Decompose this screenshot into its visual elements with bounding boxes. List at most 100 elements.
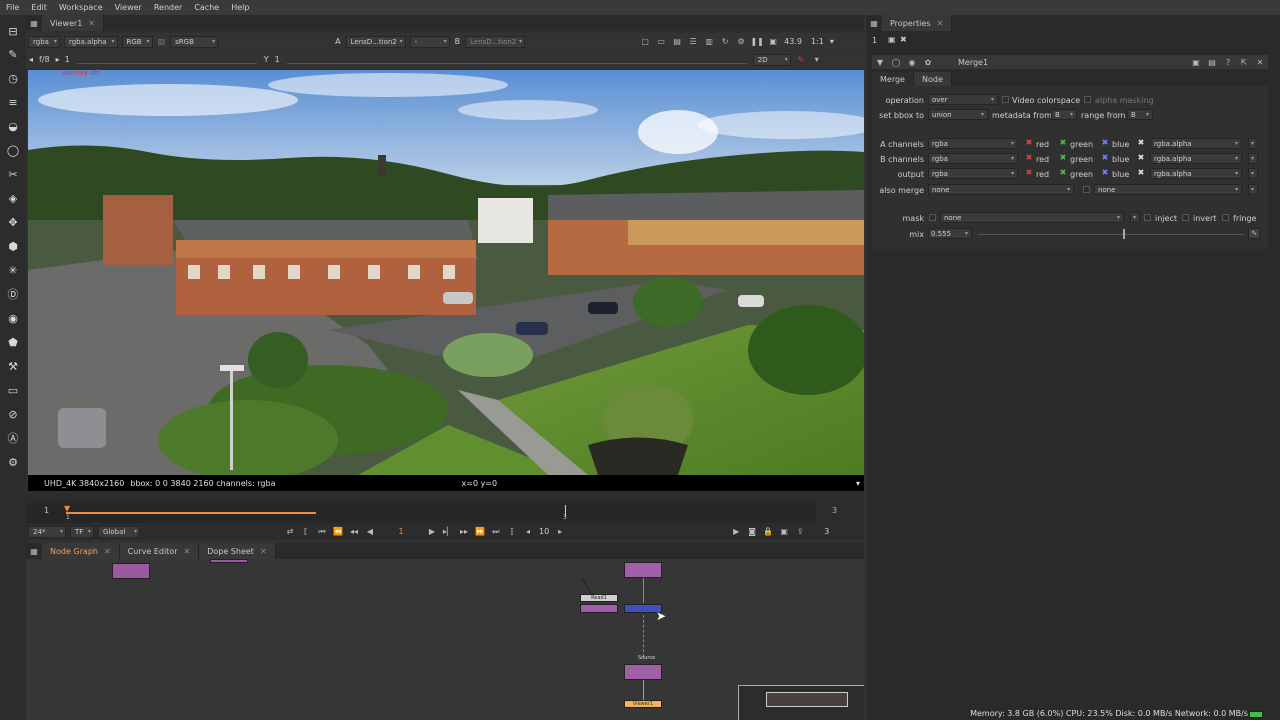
play-backward-icon[interactable]: ◀ [364,526,376,538]
rgb-dropdown[interactable]: RGB [121,35,153,48]
invert-checkbox[interactable] [1182,214,1189,221]
merge-tool-icon[interactable]: ◈ [5,190,21,206]
menu-cache[interactable]: Cache [188,3,225,12]
lock-icon[interactable]: ▣ [888,35,896,44]
flipbook-icon[interactable]: ▶ [730,526,742,538]
properties-count[interactable]: 1 [872,36,877,45]
a-blue-checkbox[interactable]: ✖ [1101,139,1109,147]
3d-tool-icon[interactable]: ⬢ [5,238,21,254]
channel-tool-icon[interactable]: ≡ [5,94,21,110]
last-frame-icon[interactable]: ⏭ [490,526,502,538]
close-icon[interactable]: ✕ [1254,56,1266,68]
next-increment-icon[interactable]: ▸▸ [458,526,470,538]
tab-node-graph[interactable]: Node Graph ✕ [42,543,120,559]
render-icon[interactable]: ◙ [746,526,758,538]
mix-slider-handle[interactable] [1123,229,1125,239]
also-merge-checkbox[interactable] [1083,186,1090,193]
lens-distortion-node[interactable] [580,604,618,613]
a-channels-mask-toggle[interactable] [1248,138,1258,149]
a-green-checkbox[interactable]: ✖ [1059,139,1067,147]
image-tool-icon[interactable]: ⊟ [5,23,21,39]
info-expand-icon[interactable]: ▾ [856,479,860,488]
output-mask-toggle[interactable] [1248,168,1258,179]
also-merge-dropdown[interactable]: none [928,184,1074,195]
exposure-right-icon[interactable]: ▸ [56,55,60,64]
export-icon[interactable]: ⇪ [794,526,806,538]
output-alpha-dropdown[interactable]: rgba.alpha [1150,168,1242,179]
current-frame[interactable]: 1 [381,527,421,536]
settings-icon[interactable]: ▾ [811,54,823,66]
b-red-checkbox[interactable]: ✖ [1025,154,1033,162]
viewer-image[interactable] [28,70,864,475]
alpha-dropdown[interactable]: rgba.alpha [63,35,118,48]
tf-dropdown[interactable]: TF [70,525,94,538]
channels-dropdown[interactable]: rgba [28,35,60,48]
out-point-icon[interactable]: ⟧ [506,526,518,538]
also-merge-toggle[interactable] [1248,184,1258,195]
minimap-viewport[interactable] [766,692,848,707]
menu-help[interactable]: Help [225,3,255,12]
close-icon[interactable]: ✕ [936,19,943,28]
transform-tool-icon[interactable]: ✥ [5,214,21,230]
proxy-icon[interactable]: ▥ [703,36,715,48]
a-red-checkbox[interactable]: ✖ [1025,139,1033,147]
close-icon[interactable]: ✕ [88,19,95,28]
revert-icon[interactable]: ▣ [1190,56,1202,68]
mix-field[interactable]: 0.555 [928,228,972,239]
close-icon[interactable]: ✕ [260,547,267,556]
a-channels-dropdown[interactable]: rgba [928,138,1018,149]
also-merge-2-dropdown[interactable]: none [1094,184,1242,195]
timeline-range[interactable] [66,512,316,514]
color-tool-icon[interactable]: ◒ [5,118,21,134]
b-alpha-dropdown[interactable]: rgba.alpha [1150,153,1242,164]
alpha-masking-checkbox[interactable] [1084,96,1091,103]
pane-menu-icon[interactable]: ▦ [28,17,40,29]
lens-distortion-node[interactable] [624,562,662,578]
out-blue-checkbox[interactable]: ✖ [1101,169,1109,177]
a-alpha-dropdown[interactable]: rgba.alpha [1150,138,1242,149]
range-dropdown[interactable]: B [1127,109,1153,120]
out-green-checkbox[interactable]: ✖ [1059,169,1067,177]
tab-dope-sheet[interactable]: Dope Sheet ✕ [199,543,276,559]
gamma-slider[interactable] [286,56,747,64]
prev-keyframe-icon[interactable]: ⏪ [332,526,344,538]
first-frame-icon[interactable]: ⏮ [316,526,328,538]
collapse-icon[interactable]: ▼ [874,56,886,68]
mask-dropdown[interactable]: none [940,212,1124,223]
play-forward-icon[interactable]: ▶ [426,526,438,538]
view-mode-dropdown[interactable]: 2D [752,53,791,66]
filter-tool-icon[interactable]: ◯ [5,142,21,158]
step-forward-icon[interactable]: ▸ [554,526,566,538]
end-frame[interactable]: 3 [824,527,829,536]
menu-viewer[interactable]: Viewer [109,3,148,12]
draw-tool-icon[interactable]: ✎ [5,46,21,62]
next-frame-icon[interactable]: ▸▏ [442,526,454,538]
lens-distortion-node[interactable] [210,559,248,563]
float-icon[interactable]: ⇱ [1238,56,1250,68]
menu-file[interactable]: File [0,3,25,12]
gain-value[interactable]: 1 [65,55,70,64]
tab-node[interactable]: Node [913,72,952,86]
pane-menu-icon[interactable]: ▦ [868,17,880,29]
operation-dropdown[interactable]: over [928,94,998,105]
mask-overlay-icon[interactable]: ▤ [671,36,683,48]
metadata-dropdown[interactable]: B [1051,109,1077,120]
ocio-tool-icon[interactable]: Ⓐ [5,430,21,446]
mask-checkbox[interactable] [929,214,936,221]
compare-op-dropdown[interactable]: - [409,35,450,48]
gain-slider[interactable] [76,56,257,64]
guides-icon[interactable]: ☰ [687,36,699,48]
deep-tool-icon[interactable]: Ⓓ [5,286,21,302]
gizmo-tool-icon[interactable]: ⚙ [5,454,21,470]
lock-icon[interactable]: 🔒 [762,526,774,538]
node-graph-minimap[interactable] [738,685,864,720]
pane-menu-icon[interactable]: ▦ [28,545,40,557]
b-channels-dropdown[interactable]: rgba [928,153,1018,164]
timeline-bar[interactable] [26,503,816,525]
presets-icon[interactable]: ▤ [1206,56,1218,68]
input-a-dropdown[interactable]: LensD...tion2 [345,35,406,48]
furnace-tool-icon[interactable]: ⊘ [5,406,21,422]
output-dropdown[interactable]: rgba [928,168,1018,179]
safe-area-icon[interactable]: ▭ [655,36,667,48]
tab-curve-editor[interactable]: Curve Editor ✕ [119,543,200,559]
